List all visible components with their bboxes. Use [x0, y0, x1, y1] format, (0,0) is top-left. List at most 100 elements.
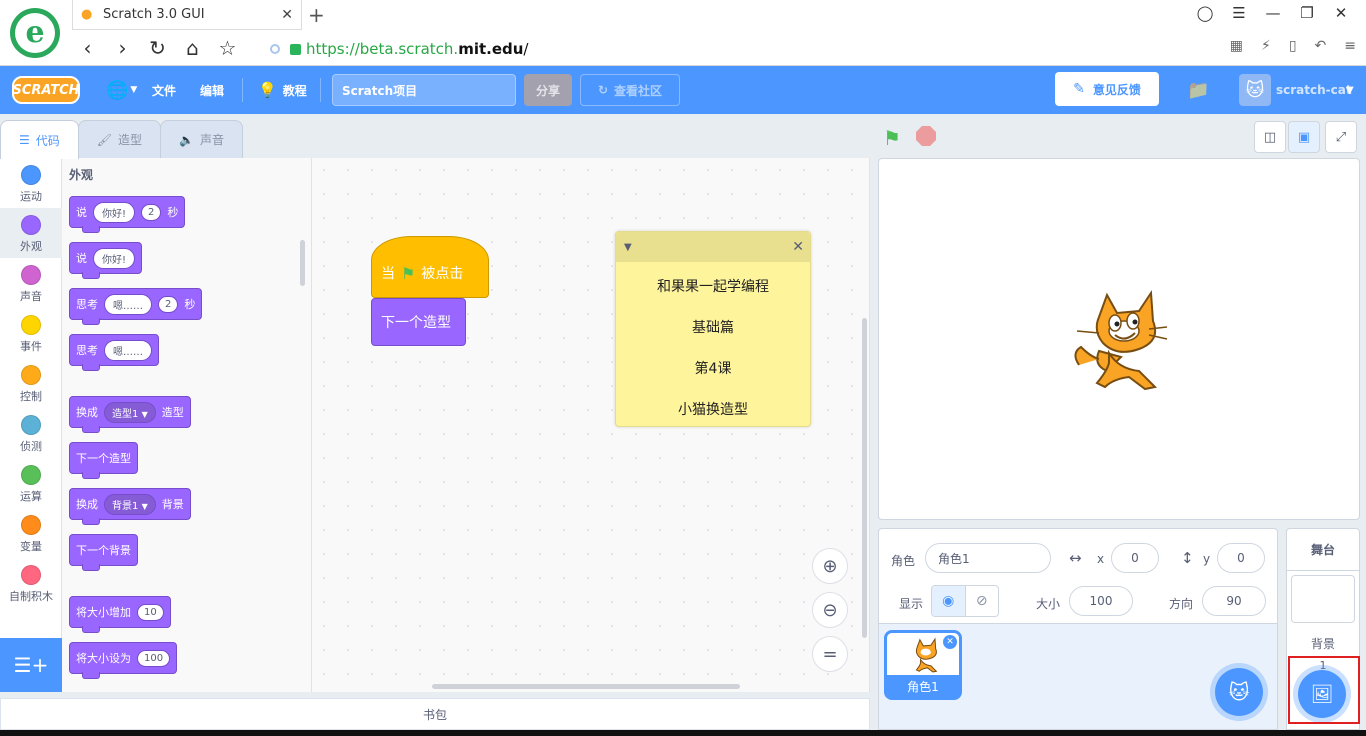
- browser-tab[interactable]: ● Scratch 3.0 GUI ✕: [72, 0, 302, 30]
- small-stage-button[interactable]: ◫: [1254, 121, 1286, 153]
- tablet-icon[interactable]: ▯: [1289, 38, 1297, 54]
- set-size-block[interactable]: 将大小设为 100: [69, 642, 178, 679]
- next-costume-block[interactable]: 下一个造型: [69, 442, 138, 479]
- reload-icon[interactable]: ↻: [140, 36, 175, 60]
- speaker-icon: 🔈: [179, 132, 194, 147]
- hide-eye-icon[interactable]: ⊘: [966, 586, 999, 616]
- project-title-input[interactable]: Scratch项目: [332, 74, 516, 106]
- new-tab-icon[interactable]: +: [308, 3, 325, 27]
- sprite-name-input[interactable]: 角色1: [925, 543, 1051, 573]
- comment-body[interactable]: 和果果一起学编程 基础篇 第4课 小猫换造型: [616, 262, 810, 419]
- add-extension-button[interactable]: ☰+: [0, 638, 62, 692]
- bookmark-star-icon[interactable]: ☆: [210, 36, 245, 60]
- scratch-logo[interactable]: SCRATCH: [12, 76, 80, 104]
- block-number-input[interactable]: 2: [158, 295, 179, 313]
- maximize-icon[interactable]: ❐: [1290, 4, 1324, 22]
- x-input[interactable]: 0: [1111, 543, 1159, 573]
- category-looks[interactable]: 外观: [0, 208, 62, 258]
- sprite-tile[interactable]: ✕ 角色1: [884, 630, 962, 700]
- tab-code[interactable]: ☰ 代码: [0, 120, 79, 159]
- when-flag-clicked-block[interactable]: 当 ⚑ 被点击: [371, 236, 489, 298]
- apps-grid-icon[interactable]: ▦: [1230, 38, 1243, 54]
- block-text-input[interactable]: 嗯……: [104, 339, 152, 361]
- category-sound[interactable]: 声音: [0, 258, 62, 308]
- back-icon[interactable]: ‹: [70, 36, 105, 60]
- category-operators[interactable]: 运算: [0, 458, 62, 508]
- file-menu[interactable]: 文件: [152, 66, 176, 114]
- tab-sounds[interactable]: 🔈 声音: [160, 120, 243, 158]
- size-input[interactable]: 100: [1069, 586, 1133, 616]
- delete-sprite-icon[interactable]: ✕: [943, 635, 957, 649]
- say-for-secs-block[interactable]: 说 你好! 2 秒: [69, 196, 186, 233]
- my-stuff-folder-icon[interactable]: 📁: [1187, 66, 1209, 114]
- chevron-down-icon[interactable]: ▼: [1346, 66, 1354, 114]
- fullscreen-button[interactable]: ⤢: [1325, 121, 1357, 153]
- more-icon[interactable]: ≡: [1344, 38, 1356, 54]
- username[interactable]: scratch-cat: [1276, 66, 1352, 114]
- see-community-button[interactable]: ↻ 查看社区: [580, 74, 680, 106]
- edit-menu[interactable]: 编辑: [200, 66, 224, 114]
- address-bar[interactable]: https://beta.scratch.mit.edu/: [270, 38, 1150, 60]
- block-text-input[interactable]: 你好!: [93, 247, 136, 269]
- category-variables[interactable]: 变量: [0, 508, 62, 558]
- block-text-input[interactable]: 你好!: [93, 201, 136, 223]
- category-events[interactable]: 事件: [0, 308, 62, 358]
- category-my-blocks[interactable]: 自制积木: [0, 558, 62, 608]
- stop-button[interactable]: [916, 126, 936, 146]
- show-eye-icon[interactable]: ◉: [932, 586, 966, 616]
- workspace-horizontal-scrollbar[interactable]: [432, 684, 740, 689]
- collapse-triangle-icon[interactable]: ▼: [624, 242, 632, 253]
- scratch-cat-sprite[interactable]: [1069, 287, 1169, 392]
- flyout-scrollbar[interactable]: [300, 240, 305, 286]
- category-control[interactable]: 控制: [0, 358, 62, 408]
- lightning-icon[interactable]: ⚡: [1261, 38, 1271, 54]
- close-icon[interactable]: ✕: [792, 239, 804, 255]
- forward-icon[interactable]: ›: [105, 36, 140, 60]
- zoom-reset-button[interactable]: =: [812, 636, 848, 672]
- minimize-icon[interactable]: —: [1256, 4, 1290, 22]
- switch-backdrop-block[interactable]: 换成 背景1 ▼ 背景: [69, 488, 191, 525]
- home-icon[interactable]: ⌂: [175, 36, 210, 60]
- next-backdrop-block[interactable]: 下一个背景: [69, 534, 138, 571]
- block-text-input[interactable]: 嗯……: [104, 293, 152, 315]
- share-button[interactable]: 分享: [524, 74, 572, 106]
- script-workspace[interactable]: 当 ⚑ 被点击 下一个造型 ▼ ✕ 和果果一起学编程 基础篇 第4课 小猫换造型…: [312, 158, 870, 692]
- close-window-icon[interactable]: ✕: [1324, 4, 1358, 22]
- block-number-input[interactable]: 10: [137, 603, 164, 621]
- say-block[interactable]: 说 你好!: [69, 242, 143, 279]
- backpack[interactable]: 书包: [0, 698, 870, 730]
- direction-input[interactable]: 90: [1202, 586, 1266, 616]
- think-block[interactable]: 思考 嗯……: [69, 334, 159, 371]
- switch-costume-block[interactable]: 换成 造型1 ▼ 造型: [69, 396, 191, 433]
- choose-sprite-button[interactable]: 🐱: [1215, 668, 1263, 716]
- workspace-vertical-scrollbar[interactable]: [862, 318, 867, 638]
- script-next-costume-block[interactable]: 下一个造型: [371, 298, 466, 346]
- stage-thumbnail[interactable]: [1291, 575, 1355, 623]
- y-input[interactable]: 0: [1217, 543, 1265, 573]
- feedback-button[interactable]: ✎ 意见反馈: [1055, 72, 1159, 106]
- zoom-in-button[interactable]: ⊕: [812, 548, 848, 584]
- avatar[interactable]: 🐱: [1239, 74, 1271, 106]
- language-menu[interactable]: 🌐 ▼: [106, 66, 137, 114]
- stage-canvas[interactable]: [878, 158, 1360, 520]
- costume-dropdown[interactable]: 造型1 ▼: [104, 401, 156, 423]
- think-for-secs-block[interactable]: 思考 嗯…… 2 秒: [69, 288, 203, 325]
- block-number-input[interactable]: 2: [141, 203, 162, 221]
- tutorials-menu[interactable]: 💡 教程: [258, 66, 307, 114]
- pin-icon[interactable]: ◯: [1188, 4, 1222, 22]
- comment-note[interactable]: ▼ ✕ 和果果一起学编程 基础篇 第4课 小猫换造型: [615, 231, 811, 427]
- category-motion[interactable]: 运动: [0, 158, 62, 208]
- undo-icon[interactable]: ↶: [1315, 38, 1327, 54]
- browser-logo[interactable]: e: [10, 8, 60, 58]
- green-flag-button[interactable]: ⚑: [883, 126, 901, 150]
- change-size-block[interactable]: 将大小增加 10: [69, 596, 171, 633]
- menu-icon[interactable]: ☰: [1222, 4, 1256, 22]
- block-number-input[interactable]: 100: [137, 649, 171, 667]
- comment-header[interactable]: ▼ ✕: [616, 232, 810, 262]
- close-tab-icon[interactable]: ✕: [281, 7, 293, 23]
- large-stage-button[interactable]: ▣: [1288, 121, 1320, 153]
- category-sensing[interactable]: 侦测: [0, 408, 62, 458]
- tab-costumes[interactable]: 🖌 造型: [77, 120, 162, 158]
- zoom-out-button[interactable]: ⊖: [812, 592, 848, 628]
- backdrop-dropdown[interactable]: 背景1 ▼: [104, 493, 156, 515]
